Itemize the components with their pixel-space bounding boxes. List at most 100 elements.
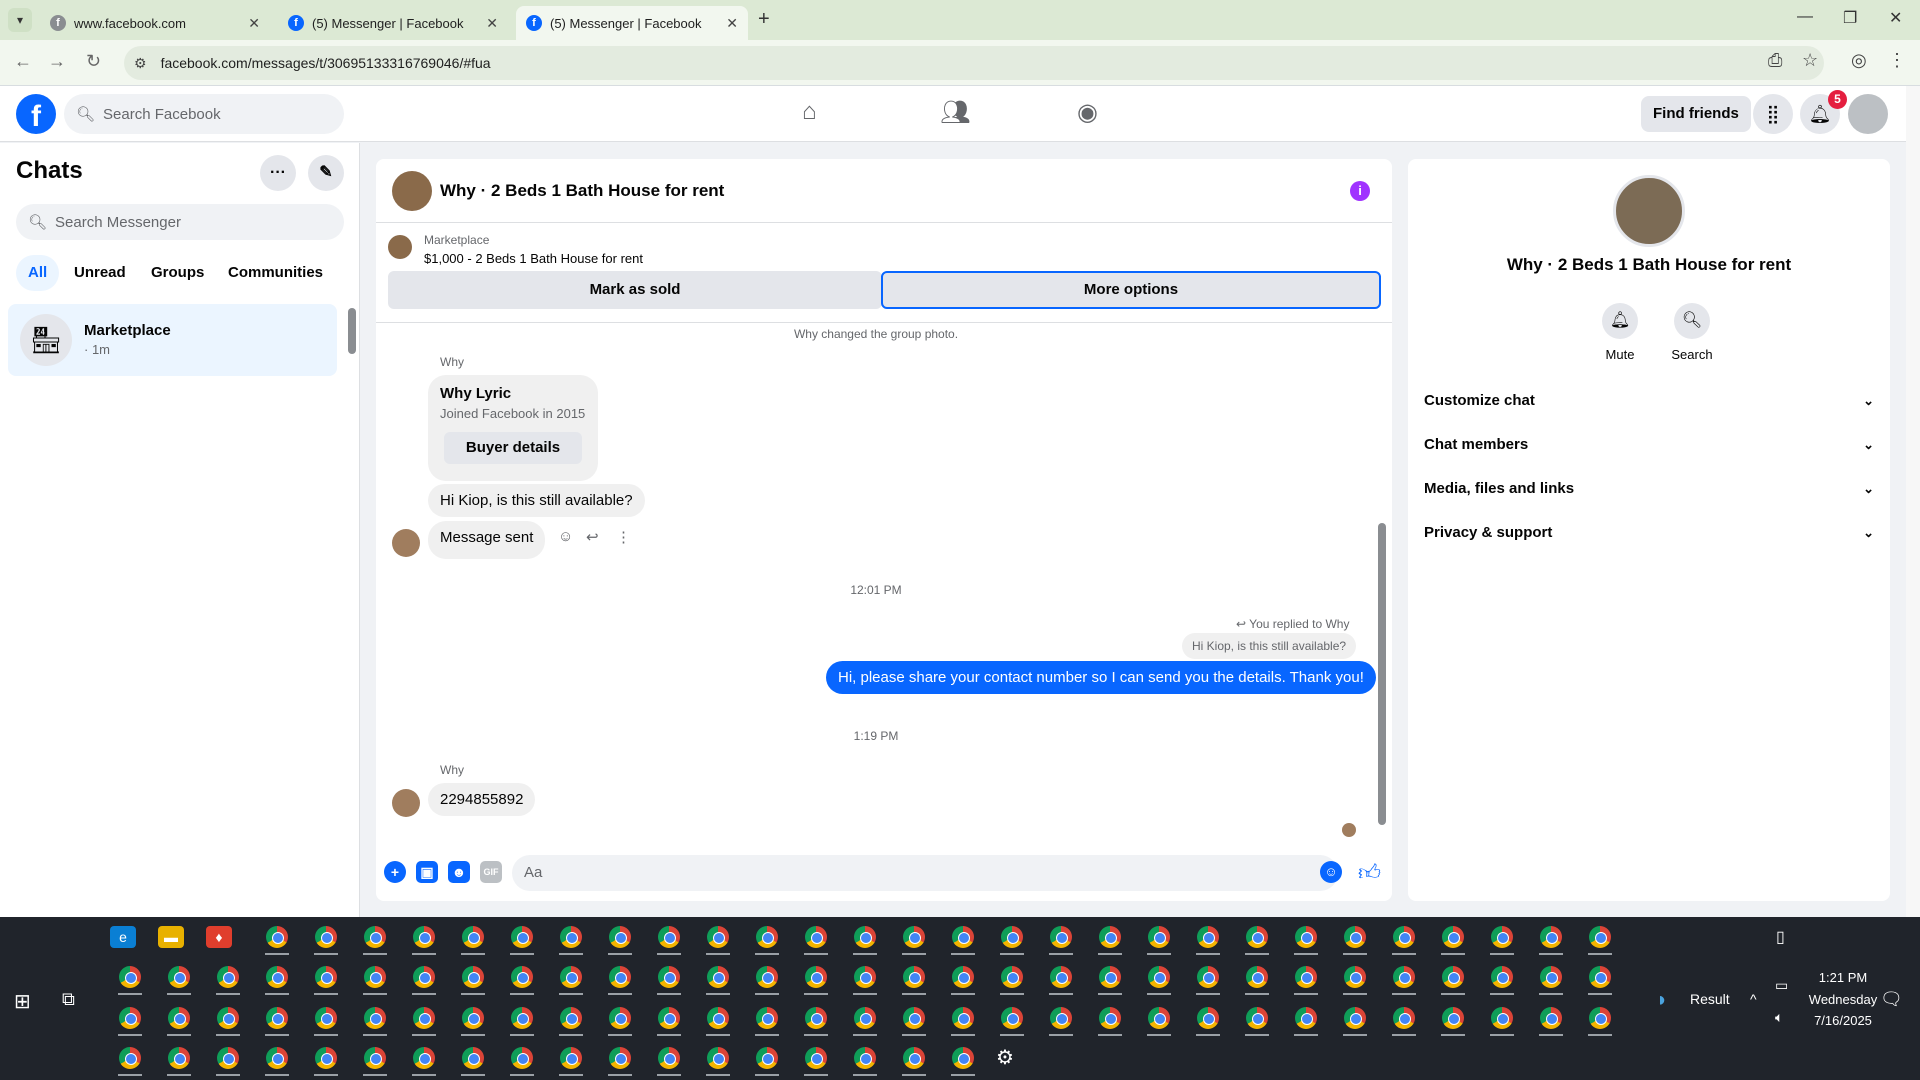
- task-view-icon[interactable]: ⧉: [62, 989, 75, 1010]
- chrome-app-icon[interactable]: [596, 998, 644, 1038]
- chat-members-section[interactable]: Chat members ⌄: [1424, 427, 1874, 463]
- customize-chat-section[interactable]: Customize chat ⌄: [1424, 383, 1874, 419]
- browser-menu-icon[interactable]: ⋮: [1888, 50, 1906, 71]
- privacy-support-section[interactable]: Privacy & support ⌄: [1424, 515, 1874, 551]
- chrome-app-icon[interactable]: [400, 998, 448, 1038]
- minimize-icon[interactable]: —: [1797, 8, 1813, 26]
- chrome-app-icon[interactable]: [694, 957, 742, 997]
- chrome-app-icon[interactable]: [1478, 917, 1526, 957]
- chrome-app-icon[interactable]: [939, 917, 987, 957]
- plus-actions-icon[interactable]: +: [384, 861, 406, 883]
- chrome-app-icon[interactable]: [596, 957, 644, 997]
- chrome-app-icon[interactable]: [547, 998, 595, 1038]
- chrome-app-icon[interactable]: [400, 917, 448, 957]
- conversation-scrollbar[interactable]: [1378, 523, 1386, 825]
- mute-button[interactable]: 🔔︎ Mute: [1590, 303, 1650, 362]
- chrome-app-icon[interactable]: [1380, 917, 1428, 957]
- tab-search-icon[interactable]: ▾: [8, 8, 32, 32]
- chrome-app-icon[interactable]: [939, 1038, 987, 1078]
- chrome-app-icon[interactable]: [792, 998, 840, 1038]
- incoming-message[interactable]: Hi Kiop, is this still available?: [428, 484, 645, 517]
- chrome-app-icon[interactable]: [1135, 998, 1183, 1038]
- chrome-app-icon[interactable]: [694, 998, 742, 1038]
- chrome-app-icon[interactable]: [1576, 917, 1624, 957]
- mark-as-sold-button[interactable]: Mark as sold: [388, 271, 882, 309]
- media-files-links-section[interactable]: Media, files and links ⌄: [1424, 471, 1874, 507]
- chrome-app-icon[interactable]: [449, 998, 497, 1038]
- chrome-app-icon[interactable]: [155, 957, 203, 997]
- chrome-app-icon[interactable]: [1086, 917, 1134, 957]
- chrome-app-icon[interactable]: [400, 1038, 448, 1078]
- clock-time[interactable]: 1:21 PM: [1808, 970, 1878, 985]
- groups-icon[interactable]: ◉: [1077, 98, 1098, 127]
- chrome-app-icon[interactable]: [939, 957, 987, 997]
- emoji-icon[interactable]: ☺: [1320, 861, 1342, 883]
- chrome-app-icon[interactable]: [1429, 998, 1477, 1038]
- page-scrollbar[interactable]: [1906, 86, 1920, 917]
- chrome-app-icon[interactable]: [645, 917, 693, 957]
- chrome-app-icon[interactable]: [351, 917, 399, 957]
- chrome-app-icon[interactable]: [841, 998, 889, 1038]
- chrome-app-icon[interactable]: [351, 1038, 399, 1078]
- chrome-app-icon[interactable]: [1135, 957, 1183, 997]
- chrome-app-icon[interactable]: [547, 957, 595, 997]
- chrome-app-icon[interactable]: [400, 957, 448, 997]
- chrome-app-icon[interactable]: [106, 998, 154, 1038]
- chrome-app-icon[interactable]: [351, 998, 399, 1038]
- chrome-app-icon[interactable]: [498, 998, 546, 1038]
- windows-start-icon[interactable]: ⊞: [14, 989, 31, 1014]
- chrome-app-icon[interactable]: [792, 1038, 840, 1078]
- chrome-app-icon[interactable]: [1331, 998, 1379, 1038]
- chrome-app-icon[interactable]: [547, 917, 595, 957]
- listing-thumbnail[interactable]: [388, 235, 412, 259]
- chrome-app-icon[interactable]: [449, 917, 497, 957]
- filter-groups[interactable]: Groups: [139, 255, 216, 291]
- browser-tab-2[interactable]: f (5) Messenger | Facebook ✕: [278, 6, 508, 40]
- chrome-app-icon[interactable]: [1086, 957, 1134, 997]
- close-tab-icon[interactable]: ✕: [726, 15, 738, 32]
- chrome-app-icon[interactable]: [302, 957, 350, 997]
- url-field[interactable]: ⚙ facebook.com/messages/t/30695133316769…: [124, 46, 1824, 80]
- chrome-app-icon[interactable]: [498, 957, 546, 997]
- back-icon[interactable]: ←: [14, 51, 32, 72]
- chrome-app-icon[interactable]: [498, 1038, 546, 1078]
- chrome-app-icon[interactable]: [988, 917, 1036, 957]
- chrome-app-icon[interactable]: [449, 1038, 497, 1078]
- chrome-app-icon[interactable]: [743, 917, 791, 957]
- sender-avatar[interactable]: [392, 789, 420, 817]
- chrome-app-icon[interactable]: [1576, 998, 1624, 1038]
- chrome-app-icon[interactable]: [792, 917, 840, 957]
- quoted-message[interactable]: Hi Kiop, is this still available?: [1182, 633, 1357, 659]
- chrome-app-icon[interactable]: [1527, 957, 1575, 997]
- red-app-icon[interactable]: ♦: [206, 926, 232, 948]
- action-center-icon[interactable]: 🗨︎: [1880, 989, 1903, 1010]
- gif-icon[interactable]: GIF: [480, 861, 502, 883]
- chrome-app-icon[interactable]: [204, 1038, 252, 1078]
- chrome-app-icon[interactable]: [890, 957, 938, 997]
- chrome-app-icon[interactable]: [1331, 917, 1379, 957]
- site-info-icon[interactable]: ⚙: [134, 55, 147, 72]
- chrome-app-icon[interactable]: [253, 998, 301, 1038]
- chrome-app-icon[interactable]: [1527, 998, 1575, 1038]
- network-icon[interactable]: ▭: [1775, 977, 1788, 994]
- chrome-app-icon[interactable]: [1478, 998, 1526, 1038]
- tray-chevron-icon[interactable]: ^: [1750, 991, 1757, 1007]
- chrome-app-icon[interactable]: [1380, 957, 1428, 997]
- photo-attach-icon[interactable]: ▣: [416, 861, 438, 883]
- chrome-app-icon[interactable]: [792, 957, 840, 997]
- chrome-app-icon[interactable]: [939, 998, 987, 1038]
- chrome-app-icon[interactable]: [743, 957, 791, 997]
- chrome-app-icon[interactable]: [743, 1038, 791, 1078]
- chrome-app-icon[interactable]: [1478, 957, 1526, 997]
- chrome-app-icon[interactable]: [351, 957, 399, 997]
- chrome-app-icon[interactable]: [1380, 998, 1428, 1038]
- forward-icon[interactable]: →: [48, 51, 66, 72]
- chrome-app-icon[interactable]: [1086, 998, 1134, 1038]
- chrome-app-icon[interactable]: [1037, 998, 1085, 1038]
- new-tab-icon[interactable]: +: [758, 8, 770, 31]
- thread-title[interactable]: Why · 2 Beds 1 Bath House for rent: [440, 181, 724, 201]
- incoming-message[interactable]: Message sent: [428, 521, 546, 559]
- chrome-app-icon[interactable]: [106, 957, 154, 997]
- chrome-app-icon[interactable]: [1233, 917, 1281, 957]
- listing-title[interactable]: $1,000 - 2 Beds 1 Bath House for rent: [424, 251, 643, 266]
